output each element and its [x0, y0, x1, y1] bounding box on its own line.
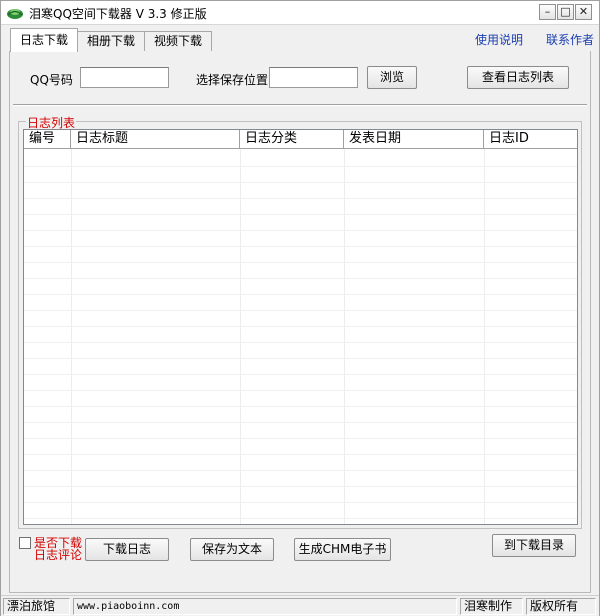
table-row-line	[24, 198, 577, 199]
contact-author-link[interactable]: 联系作者	[546, 31, 594, 48]
browse-button[interactable]: 浏览	[367, 66, 417, 89]
form-divider	[13, 104, 587, 106]
open-download-dir-button[interactable]: 到下载目录	[492, 534, 576, 557]
table-row-line	[24, 326, 577, 327]
table-row-line	[24, 246, 577, 247]
qq-number-input[interactable]	[80, 67, 169, 88]
download-log-button[interactable]: 下载日志	[85, 538, 169, 561]
table-row-line	[24, 422, 577, 423]
table-row-line	[24, 310, 577, 311]
table-row-line	[24, 166, 577, 167]
app-logo-icon	[7, 9, 23, 19]
save-location-label: 选择保存位置	[196, 73, 269, 87]
generate-chm-button[interactable]: 生成CHM电子书	[294, 538, 391, 561]
table-column-line	[344, 149, 345, 524]
table-row-line	[24, 454, 577, 455]
maximize-button[interactable]: □	[557, 4, 574, 20]
status-site-name: 漂泊旅馆	[3, 598, 70, 615]
table-column-line	[71, 149, 72, 524]
table-row-line	[24, 342, 577, 343]
table-row-line	[24, 262, 577, 263]
status-author: 泪寒制作	[460, 598, 523, 615]
table-row-line	[24, 518, 577, 519]
table-column-line	[240, 149, 241, 524]
tab-album-download[interactable]: 相册下载	[77, 31, 146, 51]
log-list-table[interactable]: 编号 日志标题 日志分类 发表日期 日志ID	[23, 129, 578, 525]
tab-panel-body: QQ号码 选择保存位置 浏览 查看日志列表 日志列表 编号 日志标题 日志分类 …	[10, 51, 590, 592]
qq-number-label: QQ号码	[30, 73, 73, 87]
tab-video-download[interactable]: 视频下载	[144, 31, 213, 51]
table-row-line	[24, 406, 577, 407]
download-comments-checkbox[interactable]	[19, 537, 31, 549]
table-row-line	[24, 294, 577, 295]
column-header-date[interactable]: 发表日期	[344, 130, 484, 149]
tab-panel: QQ号码 选择保存位置 浏览 查看日志列表 日志列表 编号 日志标题 日志分类 …	[9, 51, 591, 593]
table-header: 编号 日志标题 日志分类 发表日期 日志ID	[24, 130, 577, 149]
column-header-log-id[interactable]: 日志ID	[484, 130, 577, 149]
save-as-text-button[interactable]: 保存为文本	[190, 538, 274, 561]
save-location-input[interactable]	[269, 67, 358, 88]
table-row-line	[24, 214, 577, 215]
table-row-line	[24, 486, 577, 487]
window-title: 泪寒QQ空间下载器 V 3.3 修正版	[29, 7, 207, 21]
column-header-category[interactable]: 日志分类	[240, 130, 344, 149]
column-header-id[interactable]: 编号	[24, 130, 71, 149]
help-link[interactable]: 使用说明	[475, 31, 523, 48]
status-site-url: www.piaoboinn.com	[73, 598, 457, 615]
table-column-line	[484, 149, 485, 524]
app-window: 泪寒QQ空间下载器 V 3.3 修正版 – □ ✕ 日志下载 相册下载 视频下载…	[0, 0, 600, 616]
table-row-line	[24, 278, 577, 279]
minimize-button[interactable]: –	[539, 4, 556, 20]
title-bar[interactable]: 泪寒QQ空间下载器 V 3.3 修正版 – □ ✕	[1, 1, 599, 25]
table-row-line	[24, 502, 577, 503]
table-row-line	[24, 374, 577, 375]
column-header-title[interactable]: 日志标题	[71, 130, 240, 149]
table-row-line	[24, 182, 577, 183]
view-log-list-button[interactable]: 查看日志列表	[467, 66, 569, 89]
status-copyright: 版权所有	[526, 598, 596, 615]
table-row-line	[24, 390, 577, 391]
tab-log-download[interactable]: 日志下载	[10, 28, 79, 52]
close-button[interactable]: ✕	[575, 4, 592, 20]
table-row-line	[24, 470, 577, 471]
table-row-line	[24, 358, 577, 359]
table-row-line	[24, 438, 577, 439]
status-bar: 漂泊旅馆 www.piaoboinn.com 泪寒制作 版权所有	[1, 595, 599, 616]
table-row-line	[24, 230, 577, 231]
download-comments-label-line2: 日志评论	[34, 548, 83, 562]
